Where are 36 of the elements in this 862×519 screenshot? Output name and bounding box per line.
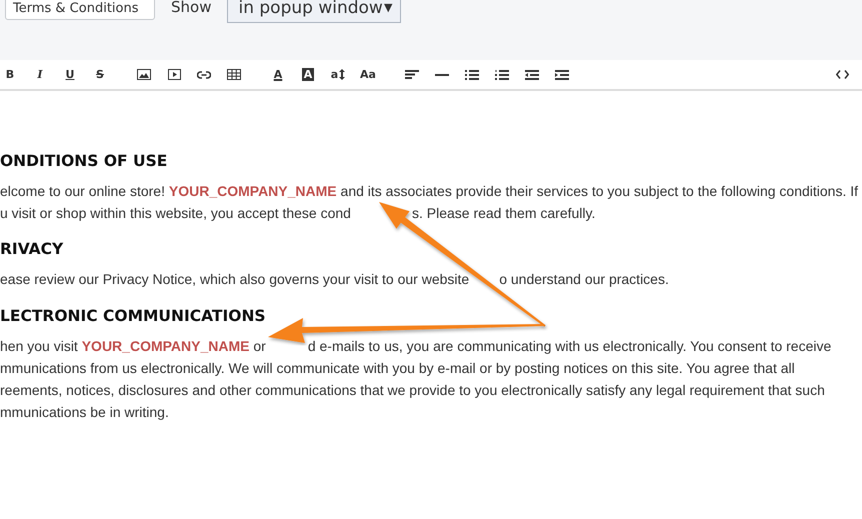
table-icon xyxy=(227,69,241,80)
align-left-icon xyxy=(405,70,419,79)
strikethrough-button[interactable]: S xyxy=(85,62,115,86)
text-color-button[interactable]: A xyxy=(263,62,293,86)
text-line: o understand our practices. xyxy=(499,270,669,289)
text-line: mmunications from us electronically. We will communicate with you by e-mail or by posting notices on this site. You agree that all xyxy=(0,359,795,378)
show-label: Show xyxy=(171,0,212,16)
text-line: hen you visit YOUR_COMPANY_NAME or xyxy=(0,337,266,356)
text-line: d e-mails to us, you are communicating with us electronically. You consent to receive xyxy=(308,337,832,356)
line-height-button[interactable]: a xyxy=(323,62,353,86)
section-heading: LECTRONIC COMMUNICATIONS xyxy=(0,306,267,327)
text-line: elcome to our online store! YOUR_COMPANY_NAME and its associates provide their services to you subject to the following conditions. If xyxy=(0,182,858,201)
section-heading: RIVACY xyxy=(0,239,64,260)
link-icon xyxy=(197,70,211,78)
underline-button[interactable]: U xyxy=(55,62,85,86)
indent-icon xyxy=(555,70,569,80)
image-icon xyxy=(137,69,151,80)
numbered-list-icon xyxy=(495,70,509,80)
text-line: ease review our Privacy Notice, which also governs your visit to our website xyxy=(0,270,470,289)
outdent-icon xyxy=(525,70,539,80)
horizontal-line-icon xyxy=(435,74,449,76)
code-icon xyxy=(836,70,848,79)
text-line: reements, notices, disclosures and other communications that we provide to you electronically satisfy any legal requirement that such xyxy=(0,381,825,400)
bulleted-list-icon xyxy=(465,70,479,80)
bold-button[interactable]: B xyxy=(0,62,25,86)
highlight-button[interactable]: A xyxy=(293,62,323,86)
play-icon xyxy=(168,69,180,80)
font-size-button[interactable]: Aa xyxy=(353,62,383,86)
up-down-arrow-icon xyxy=(339,69,346,80)
italic-button[interactable]: I xyxy=(25,62,55,86)
title-field[interactable]: Terms & Conditions xyxy=(5,0,155,20)
text-line: mmunications be in writing. xyxy=(0,403,169,422)
text-line: s. Please read them carefully. xyxy=(412,204,596,223)
dropdown-arrow-icon: ▼ xyxy=(384,1,392,14)
text-line: u visit or shop within this website, you accept these cond xyxy=(0,204,351,223)
section-heading: ONDITIONS OF USE xyxy=(0,151,168,172)
